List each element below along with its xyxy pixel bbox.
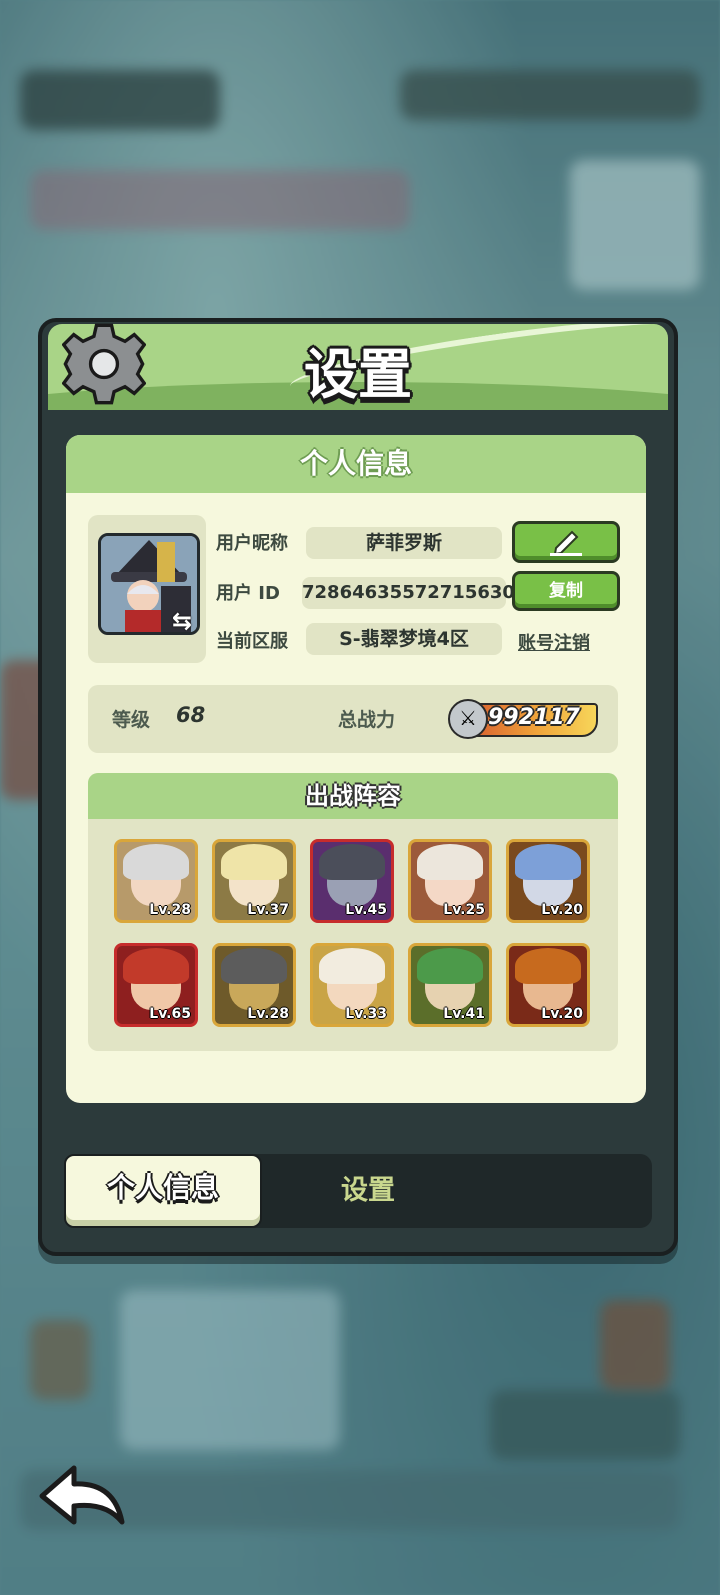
nickname-label: 用户昵称 [216,533,288,554]
power-badge: ⚔ 992117 [448,699,600,739]
hero-slot[interactable]: Lv.20 [506,943,590,1027]
hero-level: Lv.41 [443,1006,485,1022]
hero-slot[interactable]: Lv.20 [506,839,590,923]
profile-card: 个人信息 ⇆ 用户昵称 萨菲罗斯 用户 ID 72864635572715630… [66,435,646,1103]
uid-field: 72864635572715630 [302,577,515,609]
hero-hair [319,844,385,880]
hero-level: Lv.65 [149,1006,191,1022]
edit-nickname-button[interactable] [512,521,620,563]
sword-power-icon: ⚔ [448,699,488,739]
hero-level: Lv.33 [345,1006,387,1022]
hero-level: Lv.28 [149,902,191,918]
hero-level: Lv.28 [247,1006,289,1022]
settings-panel: 设置 个人信息 ⇆ 用户昵称 萨菲罗斯 用户 ID 72864635572715… [38,318,678,1256]
hero-hair [221,844,287,880]
stats-bar: 等级 68 总战力 ⚔ 992117 [88,685,618,753]
swap-avatar-icon[interactable]: ⇆ [172,607,200,635]
hero-hair [319,948,385,984]
hero-slot[interactable]: Lv.45 [310,839,394,923]
hero-hair [123,844,189,880]
tab-personal-info[interactable]: 个人信息 [64,1154,262,1228]
hero-hair [515,844,581,880]
server-field: S-翡翠梦境4区 [306,623,502,655]
hero-slot[interactable]: Lv.37 [212,839,296,923]
hero-hair [515,948,581,984]
server-label: 当前区服 [216,631,288,652]
power-value: 992117 [488,705,580,730]
lineup-title: 出战阵容 [88,773,618,819]
tab-settings[interactable]: 设置 [298,1154,438,1228]
back-arrow-icon[interactable] [36,1462,128,1530]
hero-level: Lv.20 [541,902,583,918]
level-label: 等级 [112,709,151,731]
level-value: 68 [176,703,206,727]
hero-slot[interactable]: Lv.33 [310,943,394,1027]
hero-level: Lv.45 [345,902,387,918]
hero-level: Lv.25 [443,902,485,918]
hero-slot[interactable]: Lv.28 [114,839,198,923]
profile-section-title: 个人信息 [66,435,646,493]
power-label: 总战力 [338,709,396,731]
avatar-frame: ⇆ [88,515,206,663]
copy-uid-button[interactable]: 复制 [512,571,620,611]
nickname-field: 萨菲罗斯 [306,527,502,559]
hero-hair [123,948,189,984]
hero-hair [417,844,483,880]
bottom-tab-bar: 个人信息 设置 [64,1154,652,1228]
edit-pencil-icon [550,530,582,556]
hero-slot[interactable]: Lv.65 [114,943,198,1027]
hero-slot[interactable]: Lv.25 [408,839,492,923]
hero-level: Lv.37 [247,902,289,918]
uid-label: 用户 ID [216,583,280,604]
gear-icon [62,323,146,405]
hero-hair [221,948,287,984]
account-deletion-link[interactable]: 账号注销 [518,629,590,655]
hero-hair [417,948,483,984]
hero-slot[interactable]: Lv.28 [212,943,296,1027]
battle-lineup: 出战阵容 Lv.28 Lv.37 Lv.45 Lv.25 Lv.20 Lv.65 Lv.28… [88,773,618,1051]
hero-slot[interactable]: Lv.41 [408,943,492,1027]
hero-level: Lv.20 [541,1006,583,1022]
